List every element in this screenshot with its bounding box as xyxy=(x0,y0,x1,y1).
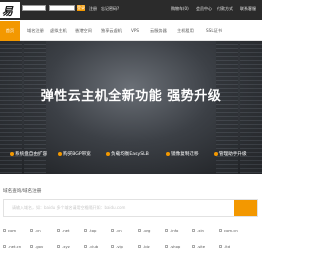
tld-option[interactable]: .net xyxy=(57,228,69,233)
checkbox-icon xyxy=(165,229,168,233)
main-nav: 首页 域名注册 虚拟主机 香港空间 独享云虚机 VPS 云服务器 主机租用 SS… xyxy=(0,21,262,41)
checkbox-icon xyxy=(3,229,6,233)
tld-option[interactable]: .org xyxy=(138,228,150,233)
tld-option[interactable]: .site xyxy=(192,244,205,249)
tld-option[interactable]: .vip xyxy=(111,244,123,249)
tld-option[interactable]: .xyz xyxy=(57,244,70,249)
tld-option[interactable]: com xyxy=(3,228,16,233)
domain-search-input[interactable]: 请输入域名，如：baidu 多个域名请用空格隔开如：baidu.com xyxy=(3,199,258,217)
hero-banner[interactable]: 弹性云主机全新功能 强势升级 系统盘自由扩容 购买BGP带宽 负载均衡EasyS… xyxy=(0,41,262,174)
checkbox-icon xyxy=(30,229,33,233)
checkbox-icon xyxy=(138,245,141,249)
nav-item-host-rental[interactable]: 主机租用 xyxy=(177,21,194,41)
bullet-icon xyxy=(166,151,170,156)
tld-option[interactable]: .shop xyxy=(165,244,180,249)
bullet-icon xyxy=(10,151,14,156)
tld-option[interactable]: com.cn xyxy=(219,228,238,233)
nav-item-domain[interactable]: 域名注册 xyxy=(27,21,44,41)
checkbox-icon xyxy=(57,229,60,233)
password-input[interactable] xyxy=(49,5,75,11)
username-input[interactable] xyxy=(22,5,46,11)
member-center-link[interactable]: 会员中心 xyxy=(196,6,212,12)
feature-item: 购买BGP带宽 xyxy=(58,151,91,157)
checkbox-icon xyxy=(111,229,114,233)
checkbox-icon xyxy=(84,229,87,233)
nav-item-cloud-vm[interactable]: 独享云虚机 xyxy=(101,21,122,41)
register-link[interactable]: 注册 xyxy=(89,6,97,12)
domain-search-panel: 域名查询/域名注册 请输入域名，如：baidu 多个域名请用空格隔开如：baid… xyxy=(0,178,262,273)
bullet-icon xyxy=(58,151,62,156)
nav-item-vps[interactable]: VPS xyxy=(131,21,139,41)
tld-option[interactable]: .cn xyxy=(30,228,41,233)
tld-option[interactable]: .top xyxy=(84,228,96,233)
nav-item-hk-space[interactable]: 香港空间 xyxy=(75,21,92,41)
nav-item-virtual-host[interactable]: 虚拟主机 xyxy=(50,21,67,41)
feature-item: 管理助手升级 xyxy=(214,151,247,157)
cart-link[interactable]: 购物车(0) xyxy=(171,6,189,12)
nav-item-ssl[interactable]: SSL证书 xyxy=(206,21,222,41)
tld-option[interactable]: .biz xyxy=(138,244,150,249)
tld-option[interactable]: .info xyxy=(165,228,178,233)
top-bar: 登录 注册 忘记密码? 购物车(0) 会员中心 付款方式 联系客服 xyxy=(0,0,262,20)
feature-item: 镜像复制迁移 xyxy=(166,151,199,157)
checkbox-icon xyxy=(30,245,33,249)
bullet-icon xyxy=(106,151,110,156)
checkbox-icon xyxy=(111,245,114,249)
site-logo[interactable]: 易云 xyxy=(0,2,20,34)
search-placeholder: 请输入域名，如：baidu 多个域名请用空格隔开如：baidu.com xyxy=(12,205,126,210)
forgot-password-link[interactable]: 忘记密码? xyxy=(101,6,119,12)
feature-item: 系统盘自由扩容 xyxy=(10,151,47,157)
pay-online-link[interactable]: 付款方式 xyxy=(217,6,233,12)
checkbox-icon xyxy=(192,229,195,233)
tld-option[interactable]: .cn xyxy=(111,228,122,233)
checkbox-icon xyxy=(165,245,168,249)
domain-search-button[interactable] xyxy=(234,200,257,216)
tld-option[interactable]: .gov xyxy=(30,244,43,249)
nav-item-home[interactable]: 首页 xyxy=(0,21,20,41)
tld-option[interactable]: .net.cn xyxy=(3,244,21,249)
checkbox-icon xyxy=(219,245,222,249)
checkbox-icon xyxy=(219,229,222,233)
feature-item: 负载均衡EasySLB xyxy=(106,151,149,157)
checkbox-icon xyxy=(3,245,6,249)
checkbox-icon xyxy=(84,245,87,249)
tld-option[interactable]: .xin xyxy=(192,228,204,233)
login-button[interactable]: 登录 xyxy=(77,5,85,11)
nav-item-cloud-server[interactable]: 云服务器 xyxy=(150,21,167,41)
domain-heading: 域名查询/域名注册 xyxy=(3,189,42,194)
banner-title: 弹性云主机全新功能 强势升级 xyxy=(40,89,222,104)
service-link[interactable]: 联系客服 xyxy=(240,6,256,12)
tld-option[interactable]: .club xyxy=(84,244,98,249)
bullet-icon xyxy=(214,151,218,156)
checkbox-icon xyxy=(192,245,195,249)
checkbox-icon xyxy=(138,229,141,233)
tld-option[interactable]: .ltd xyxy=(219,244,230,249)
checkbox-icon xyxy=(57,245,60,249)
